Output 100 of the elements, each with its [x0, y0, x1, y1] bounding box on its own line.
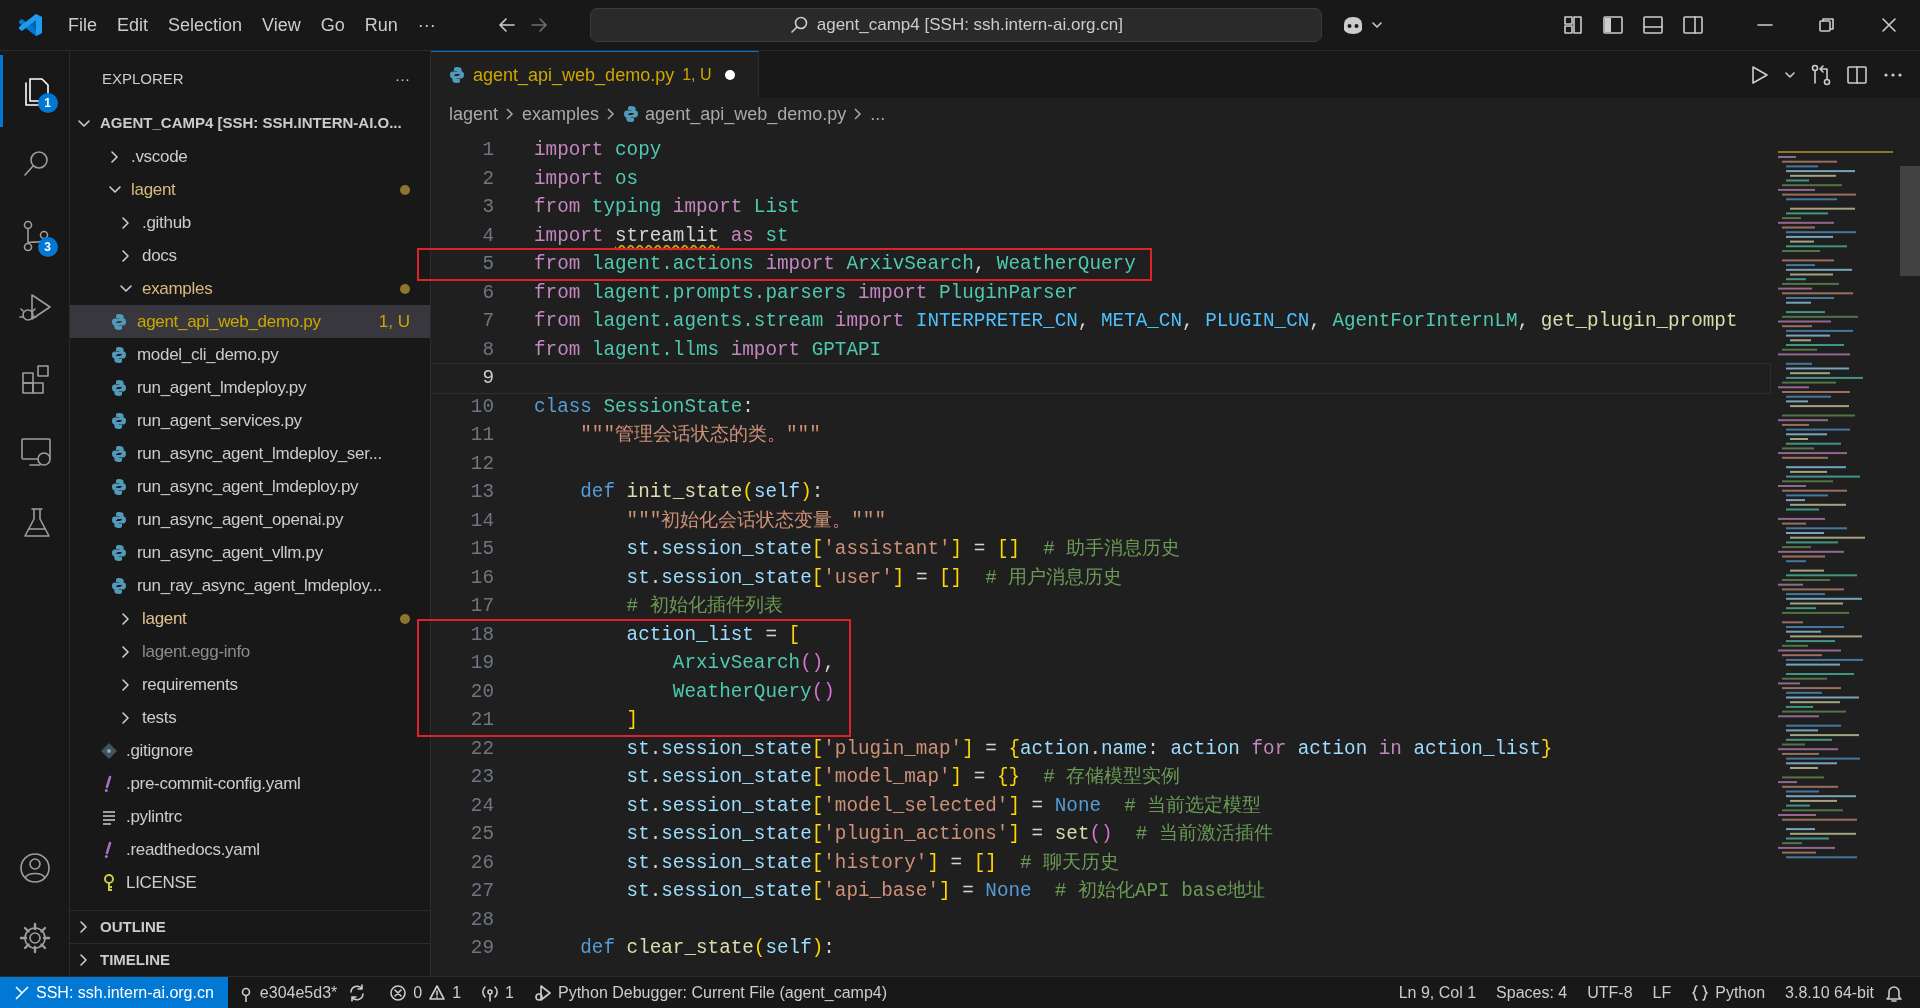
section-header[interactable]: OUTLINE: [70, 910, 430, 943]
menu-item[interactable]: Selection: [158, 7, 253, 43]
python-file-icon: [111, 444, 129, 463]
tree-root[interactable]: AGENT_CAMP4 [SSH: SSH.INTERN-AI.O...: [70, 107, 430, 140]
tree-item[interactable]: docs: [70, 239, 430, 272]
line-number: 11: [469, 423, 495, 448]
panel-toggle-icon[interactable]: [1642, 14, 1664, 36]
tree-item[interactable]: lagent: [70, 602, 430, 635]
code-line: st.session_state['api_base'] = None # 初始化API base地址: [625, 879, 1266, 904]
sidebar-toggle-icon[interactable]: [1602, 14, 1624, 36]
status-item[interactable]: Spaces: 4: [1486, 977, 1578, 1008]
item-label: .gitignore: [126, 739, 193, 762]
menu-item[interactable]: Go: [310, 7, 355, 43]
app-logo: [16, 11, 44, 39]
menu-item[interactable]: View: [252, 7, 311, 43]
line-number: 22: [469, 736, 495, 762]
tree-item[interactable]: requirements: [70, 668, 430, 701]
tree-item[interactable]: run_async_agent_lmdeploy_ser...: [70, 437, 430, 470]
tree-item[interactable]: tests: [70, 701, 430, 734]
line-number: 7: [481, 309, 495, 334]
status-item[interactable]: LF: [1642, 977, 1682, 1008]
run-debug-icon: [534, 983, 552, 1002]
menu-item[interactable]: ···: [407, 7, 446, 43]
line-number: 10: [469, 394, 495, 420]
compare-changes-icon[interactable]: [1810, 63, 1832, 86]
debug-config[interactable]: Python Debugger: Current File (agent_camp4): [524, 977, 898, 1008]
tree-item[interactable]: .pylintrc: [70, 800, 430, 833]
activity-bar-button[interactable]: 3: [0, 199, 70, 271]
tree-item[interactable]: LICENSE: [70, 866, 430, 899]
tree-item[interactable]: run_async_agent_lmdeploy.py: [70, 470, 430, 503]
line-number: 3: [481, 195, 495, 220]
tree-item[interactable]: .github: [70, 206, 430, 239]
item-label: run_async_agent_openai.py: [137, 508, 344, 531]
python-file-icon: [111, 510, 129, 529]
tree-item[interactable]: examples: [70, 272, 430, 305]
item-label: docs: [142, 244, 177, 267]
tree-item[interactable]: .pre-commit-config.yaml: [70, 767, 430, 800]
item-label: model_cli_demo.py: [137, 343, 279, 366]
more-actions-button[interactable]: ···: [395, 67, 410, 91]
diamond-icon: [100, 741, 118, 760]
menu-item[interactable]: Edit: [107, 7, 159, 43]
warning-icon: [428, 983, 447, 1002]
tree-item[interactable]: lagent.egg-info: [70, 635, 430, 668]
tree-item[interactable]: agent_api_web_demo.py 1, U: [70, 305, 430, 338]
tree-item[interactable]: lagent: [70, 173, 430, 206]
secondary-sidebar-icon[interactable]: [1682, 14, 1704, 36]
ports-indicator[interactable]: 1: [471, 977, 524, 1008]
menu-item[interactable]: File: [58, 7, 107, 43]
python-file-icon: [111, 576, 129, 595]
remote-icon: [14, 984, 30, 1001]
item-label: LICENSE: [126, 871, 197, 894]
git-decoration: 1, U: [378, 310, 410, 333]
item-label: .pre-commit-config.yaml: [126, 772, 301, 795]
line-number: 15: [469, 537, 495, 562]
line-number: 14: [469, 508, 495, 534]
tree-item[interactable]: run_async_agent_vllm.py: [70, 536, 430, 569]
status-item[interactable]: Ln 9, Col 1: [1388, 977, 1487, 1008]
line-number: 1: [481, 138, 495, 163]
tree-item[interactable]: run_agent_lmdeploy.py: [70, 371, 430, 404]
status-item[interactable]: 3.8.10 64-bit: [1775, 977, 1884, 1008]
line-number: 16: [469, 565, 495, 591]
item-label: .vscode: [131, 145, 188, 168]
tree-item[interactable]: .readthedocs.yaml: [70, 833, 430, 866]
item-label: lagent.egg-info: [142, 640, 250, 663]
item-label: run_async_agent_lmdeploy_ser...: [137, 442, 382, 465]
breadcrumb-item[interactable]: lagent: [449, 100, 499, 128]
line-number: 28: [469, 907, 495, 933]
python-file-icon: [111, 477, 129, 496]
line-number: 9: [481, 366, 495, 391]
breadcrumb-item[interactable]: ...: [870, 100, 886, 128]
layout-icon[interactable]: [1562, 14, 1584, 36]
tree-item[interactable]: run_agent_services.py: [70, 404, 430, 437]
git-decoration: 1, U: [682, 65, 712, 85]
line-number: 13: [469, 480, 495, 505]
branch-indicator[interactable]: e304e5d3*: [227, 977, 348, 1008]
line-number: 24: [469, 793, 495, 819]
menu-item[interactable]: Run: [354, 7, 408, 43]
code-line: from lagent.actions import ArxivSearch, WeatherQuery: [534, 252, 1136, 277]
code-line: st.session_state['user'] = [] # 用户消息历史: [625, 565, 1123, 591]
remote-indicator[interactable]: SSH: ssh.intern-ai.org.cn: [0, 977, 228, 1008]
count-badge: 3: [37, 237, 58, 257]
editor-tab[interactable]: agent_api_web_demo.py 1, U: [431, 51, 759, 98]
command-center[interactable]: agent_camp4 [SSH: ssh.intern-ai.org.cn]: [589, 8, 1322, 42]
tree-item[interactable]: model_cli_demo.py: [70, 338, 430, 371]
line-number: 2: [481, 166, 495, 192]
split-editor-icon[interactable]: [1846, 63, 1868, 86]
scrollbar-thumb[interactable]: [1900, 166, 1920, 276]
tree-item[interactable]: run_ray_async_agent_lmdeploy...: [70, 569, 430, 602]
problems-indicator[interactable]: 0 1: [379, 977, 472, 1008]
breadcrumb-item[interactable]: agent_api_web_demo.py: [645, 100, 847, 128]
breadcrumb-item[interactable]: examples: [522, 100, 600, 128]
code-line: ]: [625, 708, 639, 733]
tree-item[interactable]: .gitignore: [70, 734, 430, 767]
tree-item[interactable]: run_async_agent_openai.py: [70, 503, 430, 536]
status-item[interactable]: UTF-8: [1577, 977, 1643, 1008]
item-label: run_async_agent_lmdeploy.py: [137, 475, 359, 498]
status-item[interactable]: Python: [1681, 977, 1776, 1008]
line-number: 4: [481, 223, 495, 249]
python-file-icon: [449, 66, 465, 84]
tree-item[interactable]: .vscode: [70, 140, 430, 173]
